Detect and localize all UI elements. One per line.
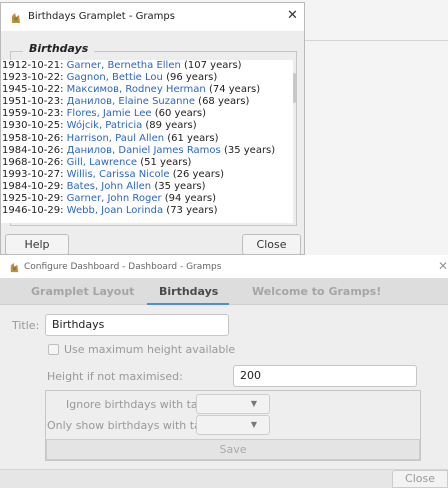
help-button[interactable]: Help (5, 234, 69, 255)
person-link[interactable]: Garner, John Roger (67, 193, 162, 204)
birthday-row: 1930-10-25: Wójcik, Patricia (89 years) (1, 120, 293, 132)
ignore-tag-label: Ignore birthdays with tag: (66, 398, 209, 411)
birthday-date: 1968-10-26: (2, 156, 64, 168)
birthday-date: 1945-10-22: (2, 84, 64, 96)
person-link[interactable]: Willis, Carissa Nicole (67, 169, 170, 180)
birthday-row: 1959-10-23: Flores, Jamie Lee (60 years) (1, 108, 293, 120)
birthday-age: (60 years) (154, 108, 206, 120)
birthdays-list: 1912-10-21: Garner, Bernetha Ellen (107 … (1, 60, 293, 223)
birthday-age: (35 years) (223, 144, 276, 156)
height-label: Height if not maximised: (47, 370, 183, 383)
birthday-age: (89 years) (145, 120, 197, 132)
birthday-age: (94 years) (164, 193, 217, 205)
dialog-button-bar (0, 469, 448, 488)
close-button[interactable]: Close (242, 234, 301, 255)
birthday-age: (26 years) (172, 168, 224, 180)
gramplet-window-title: Birthdays Gramplet - Gramps (28, 11, 175, 22)
birthday-age: (61 years) (167, 132, 219, 144)
birthday-date: 1925-10-29: (2, 193, 64, 205)
birthday-row: 1984-10-26: Данилов, Daniel James Ramos … (1, 145, 293, 157)
chevron-down-icon: ▼ (250, 399, 257, 408)
birthday-date: 1946-10-29: (2, 205, 64, 217)
birthday-date: 1984-10-29: (2, 180, 64, 192)
dialog-close-button[interactable]: Close (392, 470, 448, 488)
person-link[interactable]: Garner, Bernetha Ellen (67, 60, 181, 71)
tab-welcome[interactable]: Welcome to Gramps! (252, 285, 381, 298)
close-icon[interactable]: ✕ (438, 259, 448, 273)
birthday-row: 1945-10-22: Максимов, Rodney Herman (74 … (1, 84, 293, 96)
birthday-age: (51 years) (140, 156, 192, 168)
list-scrollbar[interactable] (293, 73, 296, 103)
person-link[interactable]: Harrison, Paul Allen (67, 133, 164, 144)
person-link[interactable]: Bates, John Allen (67, 181, 151, 192)
birthday-row: 1984-10-29: Bates, John Allen (35 years) (1, 181, 293, 193)
birthday-date: 1958-10-26: (2, 132, 64, 144)
birthday-date: 1912-10-21: (2, 60, 64, 71)
birthday-date: 1923-10-22: (2, 72, 64, 84)
title-input[interactable]: Birthdays (45, 314, 229, 336)
max-height-checkbox[interactable] (48, 344, 59, 355)
only-tag-label: Only show birthdays with tag: (47, 419, 212, 432)
birthday-row: 1993-10-27: Willis, Carissa Nicole (26 y… (1, 169, 293, 181)
max-height-label: Use maximum height available (64, 343, 236, 356)
person-link[interactable]: Webb, Joan Lorinda (67, 205, 163, 216)
background-divider (305, 40, 448, 41)
birthday-age: (96 years) (166, 72, 218, 84)
birthday-row: 1946-10-29: Webb, Joan Lorinda (73 years… (1, 205, 293, 217)
birthday-row: 1925-10-29: Garner, John Roger (94 years… (1, 193, 293, 205)
birthdays-section-title: Birthdays (23, 42, 95, 55)
birthday-date: 1959-10-23: (2, 108, 64, 120)
person-link[interactable]: Данилов, Elaine Suzanne (67, 96, 195, 107)
birthday-row: 1951-10-23: Данилов, Elaine Suzanne (68 … (1, 96, 293, 108)
only-tag-combo[interactable]: ▼ (196, 415, 270, 435)
gramps-app-icon (12, 13, 20, 23)
height-input[interactable]: 200 (233, 365, 417, 387)
birthday-age: (107 years) (184, 60, 242, 71)
birthday-age: (74 years) (208, 84, 261, 96)
close-icon[interactable]: ✕ (287, 8, 298, 23)
person-link[interactable]: Wójcik, Patricia (67, 120, 143, 131)
birthday-age: (35 years) (154, 180, 206, 192)
birthday-age: (73 years) (166, 205, 218, 217)
person-link[interactable]: Flores, Jamie Lee (67, 108, 152, 119)
birthday-row: 1923-10-22: Gagnon, Bettie Lou (96 years… (1, 72, 293, 84)
configure-window-title: Configure Dashboard - Dashboard - Gramps (24, 262, 222, 272)
birthday-date: 1984-10-26: (2, 144, 64, 156)
birthday-row: 1912-10-21: Garner, Bernetha Ellen (107 … (1, 60, 293, 72)
birthdays-gramplet-window: Birthdays Gramplet - Gramps ✕ Birthdays … (0, 2, 305, 255)
birthday-row: 1958-10-26: Harrison, Paul Allen (61 yea… (1, 133, 293, 145)
gramps-app-icon (10, 262, 19, 273)
person-link[interactable]: Gill, Lawrence (67, 157, 137, 168)
ignore-tag-combo[interactable]: ▼ (196, 394, 270, 414)
person-link[interactable]: Данилов, Daniel James Ramos (67, 145, 221, 156)
tab-birthdays[interactable]: Birthdays (159, 285, 218, 298)
birthday-row: 1968-10-26: Gill, Lawrence (51 years) (1, 157, 293, 169)
active-tab-indicator (147, 303, 229, 305)
birthday-date: 1951-10-23: (2, 96, 64, 108)
title-label: Title: (12, 319, 40, 332)
person-link[interactable]: Gagnon, Bettie Lou (67, 72, 163, 83)
birthday-date: 1993-10-27: (2, 168, 64, 180)
birthday-age: (68 years) (198, 96, 250, 108)
save-button[interactable]: Save (46, 439, 420, 460)
chevron-down-icon: ▼ (250, 420, 257, 429)
person-link[interactable]: Максимов, Rodney Herman (67, 84, 206, 95)
tab-gramplet-layout[interactable]: Gramplet Layout (31, 285, 134, 298)
birthday-date: 1930-10-25: (2, 120, 64, 132)
